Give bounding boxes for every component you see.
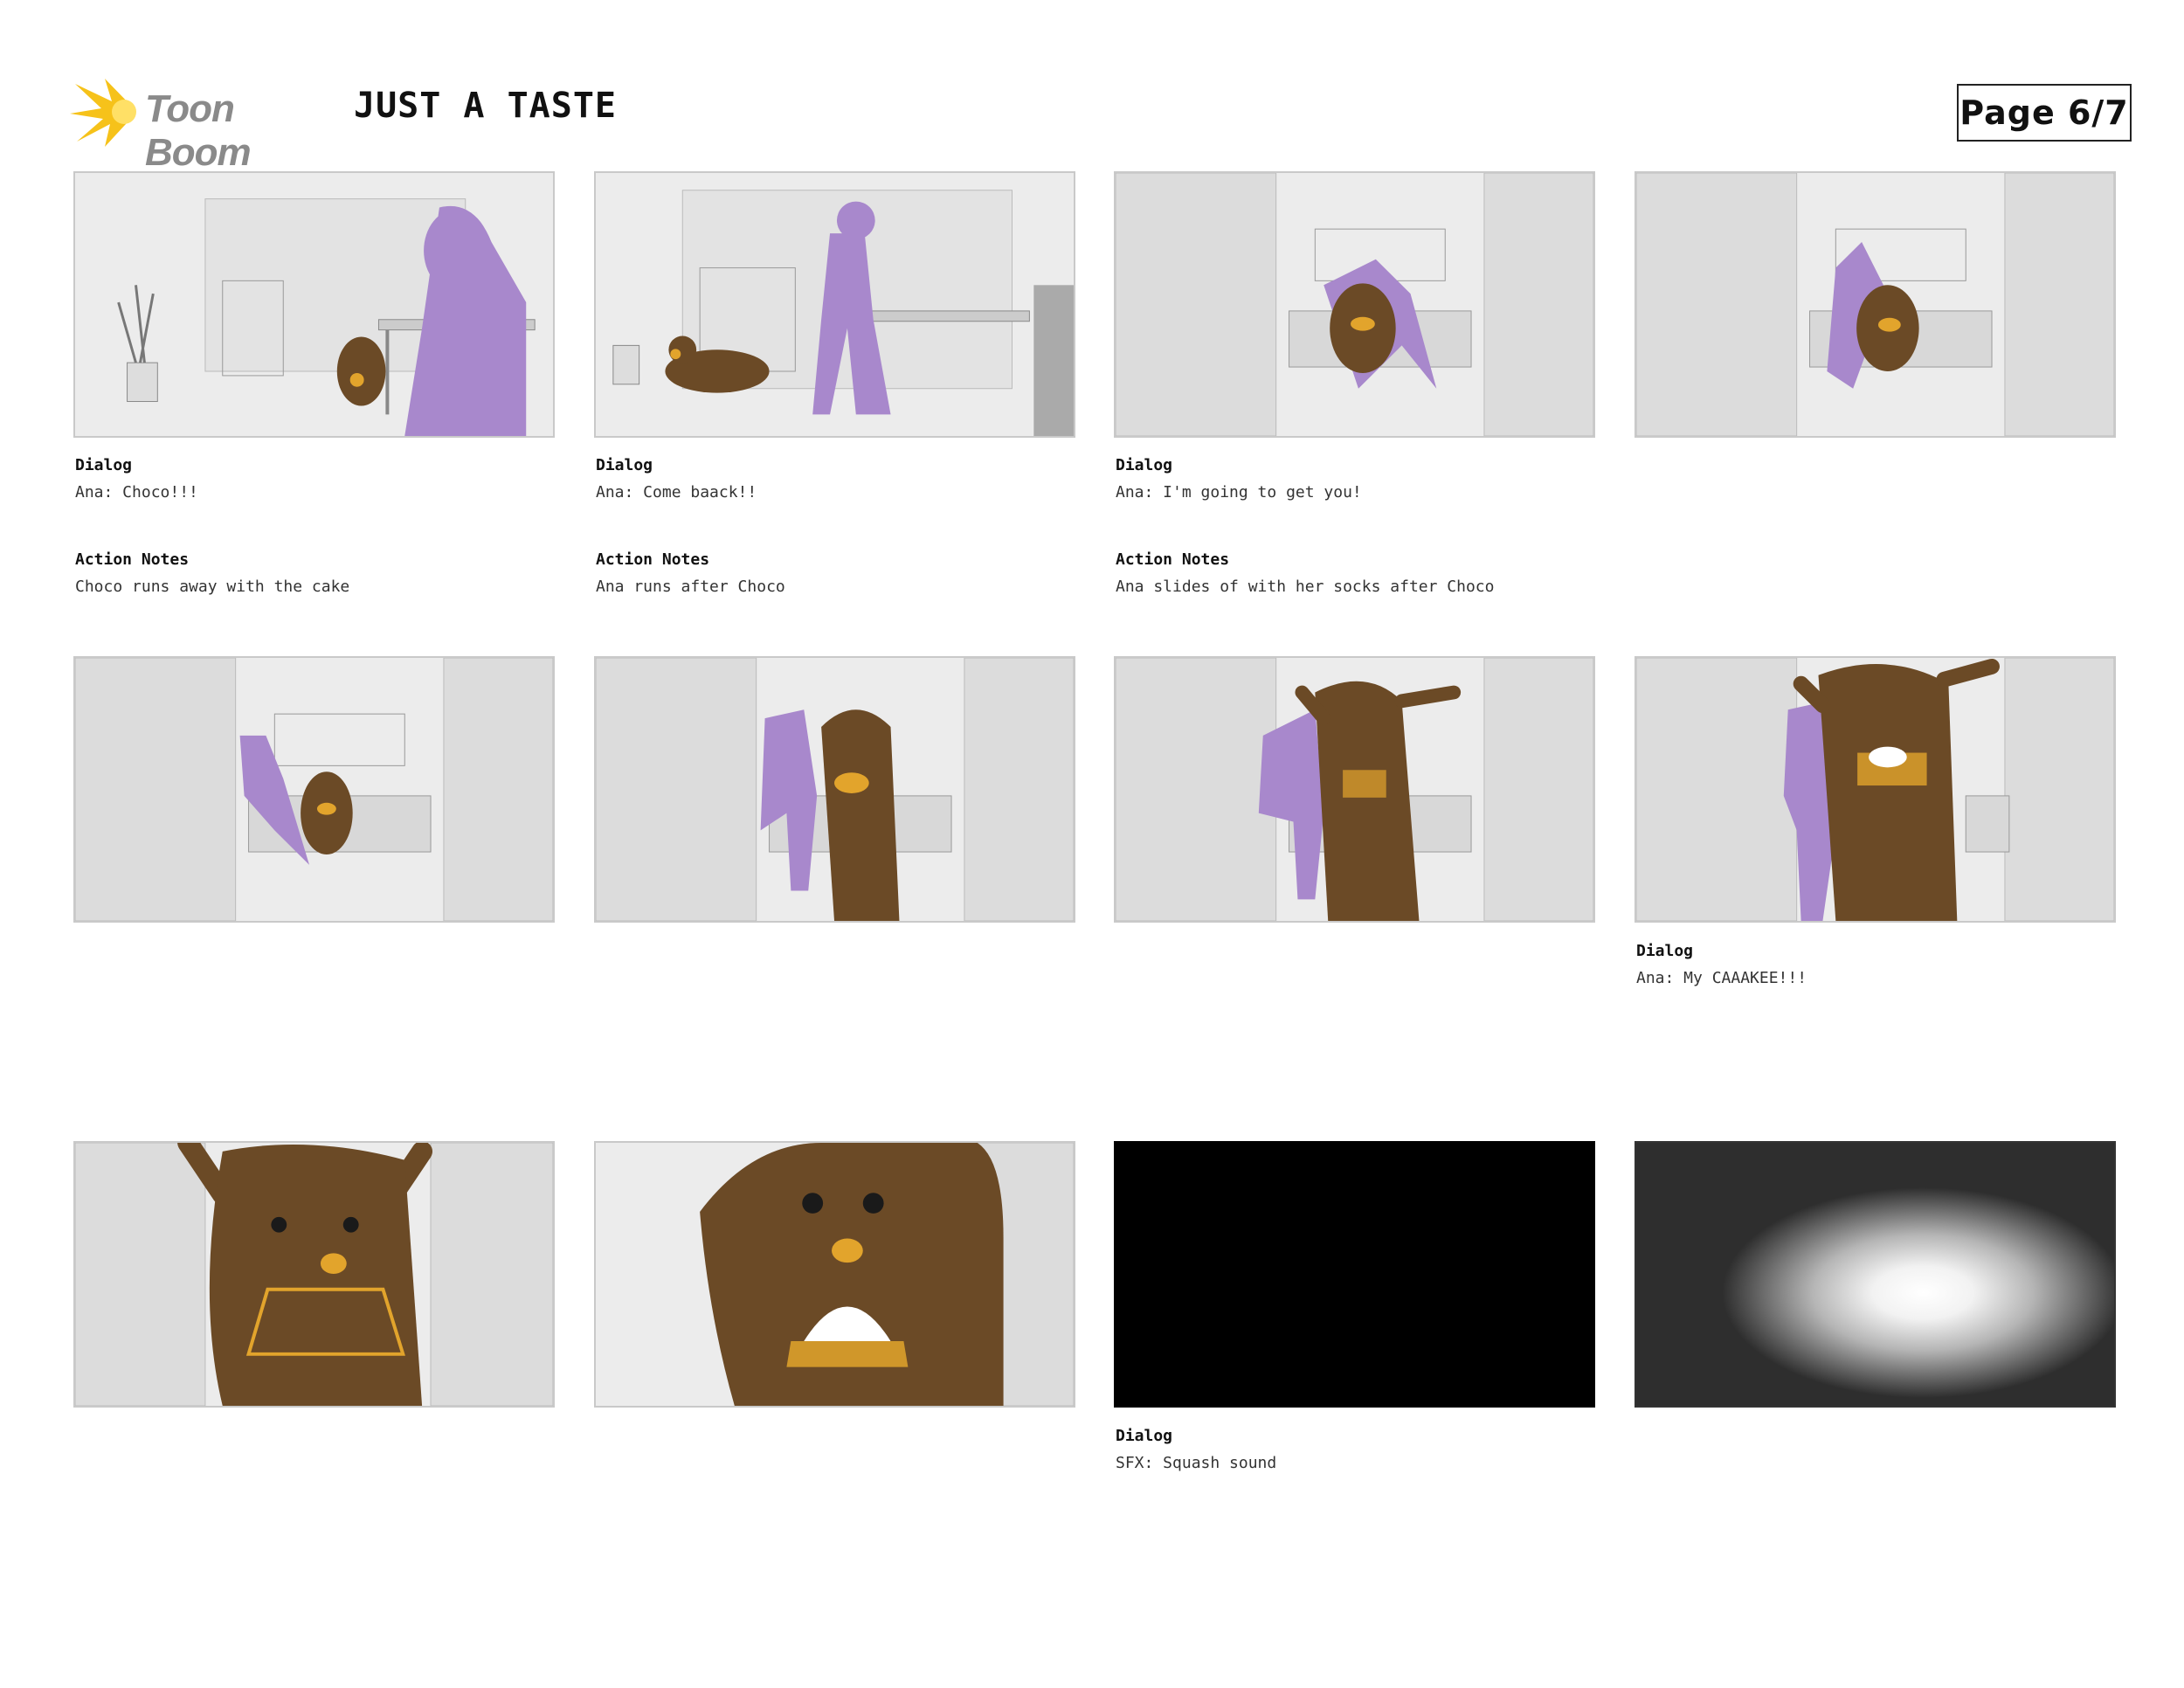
dialog-heading: Dialog: [75, 456, 133, 474]
storyboard-header: Toon Boom JUST A TASTE Page 6/7: [70, 75, 2132, 174]
panel-1-notes: Dialog Ana: Choco!!! Action Notes Choco …: [75, 456, 556, 596]
dialog-text: Ana: Come baack!!: [596, 483, 757, 502]
storyboard-panel-1: [73, 171, 555, 438]
dialog-text: Ana: Choco!!!: [75, 483, 198, 502]
panel-6-sketch: [596, 658, 1074, 921]
panel-10-sketch: [596, 1143, 1074, 1406]
storyboard-panel-3: [1114, 171, 1595, 438]
dialog-heading: Dialog: [1116, 1427, 1173, 1445]
action-notes-heading: Action Notes: [596, 550, 710, 569]
dialog-text: Ana: I'm going to get you!: [1116, 483, 1362, 502]
storyboard-panel-4: [1635, 171, 2116, 438]
panel-3-sketch: [1116, 173, 1593, 436]
dialog-heading: Dialog: [596, 456, 653, 474]
toon-boom-logo: Toon Boom: [70, 75, 332, 174]
panel-5-sketch: [75, 658, 553, 921]
page-number: Page 6/7: [1957, 84, 2132, 142]
storyboard-panel-7: [1114, 656, 1595, 923]
panel-8-notes: Dialog Ana: My CAAAKEE!!!: [1636, 942, 2118, 987]
storyboard-panel-12: [1635, 1141, 2116, 1408]
panel-3-notes: Dialog Ana: I'm going to get you! Action…: [1116, 456, 1597, 596]
storyboard-panel-11: [1114, 1141, 1595, 1408]
action-notes-text: Choco runs away with the cake: [75, 578, 350, 596]
action-notes-heading: Action Notes: [1116, 550, 1230, 569]
dialog-heading: Dialog: [1636, 942, 1694, 960]
panel-8-sketch: [1636, 658, 2114, 921]
panel-9-sketch: [75, 1143, 553, 1406]
panel-1-sketch: [75, 173, 553, 436]
dialog-text: Ana: My CAAAKEE!!!: [1636, 969, 1807, 987]
panel-4-sketch: [1636, 173, 2114, 436]
panel-2-sketch: [596, 173, 1074, 436]
panel-2-notes: Dialog Ana: Come baack!! Action Notes An…: [596, 456, 1077, 596]
panel-11-notes: Dialog SFX: Squash sound: [1116, 1427, 1597, 1472]
storyboard-panel-2: [594, 171, 1075, 438]
storyboard-panel-6: [594, 656, 1075, 923]
panel-7-sketch: [1116, 658, 1593, 921]
action-notes-text: Ana runs after Choco: [596, 578, 785, 596]
dialog-heading: Dialog: [1116, 456, 1173, 474]
logo-text: Toon Boom: [145, 87, 252, 174]
burst-icon: [70, 79, 136, 147]
storyboard-panel-9: [73, 1141, 555, 1408]
dialog-text: SFX: Squash sound: [1116, 1454, 1277, 1472]
document-title: JUST A TASTE: [354, 86, 617, 126]
storyboard-panel-8: [1635, 656, 2116, 923]
storyboard-panel-10: [594, 1141, 1075, 1408]
action-notes-heading: Action Notes: [75, 550, 190, 569]
storyboard-panel-5: [73, 656, 555, 923]
action-notes-text: Ana slides of with her socks after Choco: [1116, 578, 1495, 596]
